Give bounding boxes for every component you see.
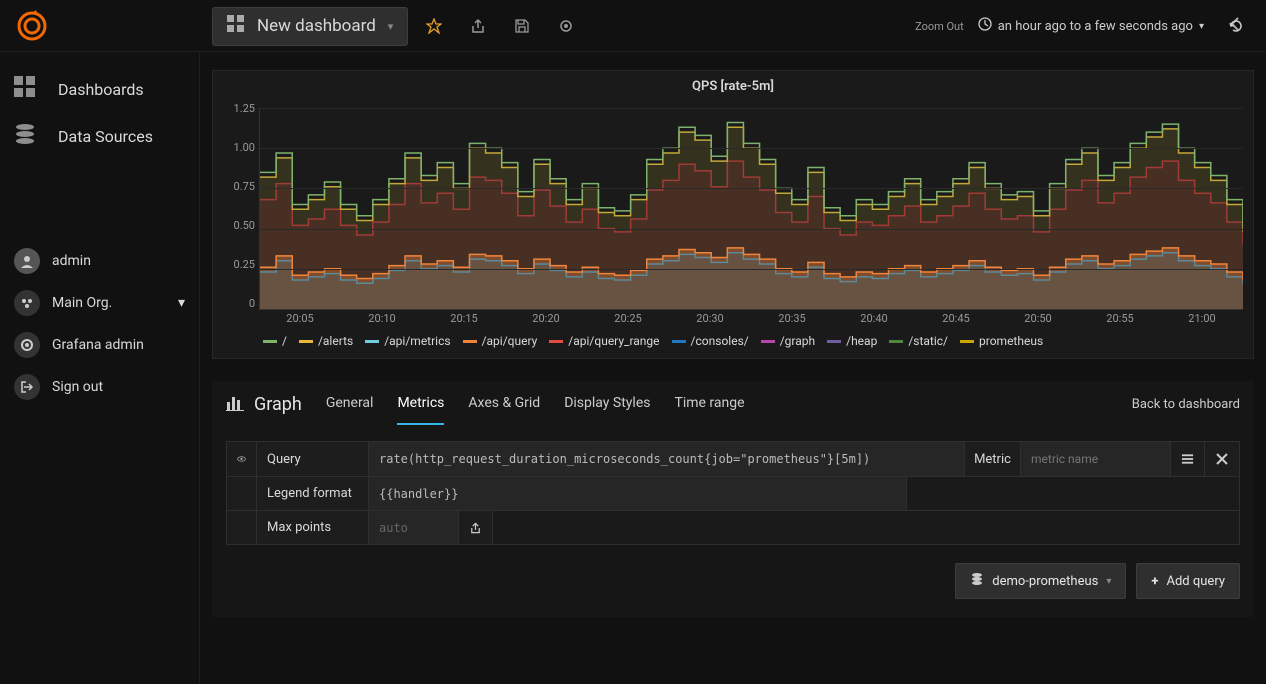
chevron-down-icon: ▾ — [178, 295, 185, 311]
gear-icon — [14, 332, 40, 358]
tab-general[interactable]: General — [326, 383, 374, 425]
settings-button[interactable] — [548, 8, 584, 44]
sidebar-item-org[interactable]: Main Org. ▾ — [0, 282, 199, 324]
save-button[interactable] — [504, 8, 540, 44]
org-icon — [14, 290, 40, 316]
query-editor: Query rate(http_request_duration_microse… — [226, 441, 1240, 545]
panel-type-label: Graph — [226, 393, 302, 416]
panel-editor: Graph General Metrics Axes & Grid Display S… — [212, 381, 1254, 617]
time-range-picker[interactable]: an hour ago to a few seconds ago ▾ — [978, 17, 1204, 35]
legend-item[interactable]: / — [263, 334, 287, 348]
legend-item[interactable]: /api/metrics — [365, 334, 450, 348]
chevron-down-icon: ▾ — [1199, 21, 1204, 32]
legend-item[interactable]: /alerts — [299, 334, 353, 348]
sidebar-org-label: Main Org. — [52, 295, 112, 311]
share-button[interactable] — [460, 8, 496, 44]
query-label: Query — [257, 442, 369, 476]
query-menu-button[interactable] — [1171, 442, 1205, 476]
dashboards-icon — [14, 76, 42, 103]
clock-icon — [978, 17, 992, 35]
tab-display-styles[interactable]: Display Styles — [564, 383, 650, 425]
max-points-label: Max points — [257, 511, 369, 544]
back-to-dashboard-link[interactable]: Back to dashboard — [1132, 397, 1240, 412]
dashboard-title: New dashboard — [257, 16, 376, 36]
sidebar-item-dashboards[interactable]: Dashboards — [0, 66, 199, 113]
tab-metrics[interactable]: Metrics — [397, 383, 444, 425]
plus-icon: + — [1151, 574, 1158, 589]
dashboard-grid-icon — [227, 15, 245, 38]
legend-item[interactable]: /api/query_range — [549, 334, 659, 348]
sidebar-item-signout[interactable]: Sign out — [0, 366, 199, 408]
grafana-logo[interactable] — [12, 6, 52, 46]
star-button[interactable] — [416, 8, 452, 44]
sidebar-item-datasources[interactable]: Data Sources — [0, 113, 199, 160]
tab-axes-grid[interactable]: Axes & Grid — [468, 383, 540, 425]
sidebar-item-admin[interactable]: Grafana admin — [0, 324, 199, 366]
query-visibility-toggle[interactable] — [227, 442, 257, 476]
chevron-down-icon: ▾ — [1106, 576, 1111, 587]
sidebar-item-user[interactable]: admin — [0, 240, 199, 282]
signout-icon — [14, 374, 40, 400]
datasource-picker[interactable]: demo-prometheus ▾ — [955, 563, 1126, 599]
sidebar-admin-label: Grafana admin — [52, 337, 144, 353]
max-points-input[interactable]: auto — [369, 511, 459, 544]
avatar-icon — [14, 248, 40, 274]
legend-item[interactable]: /consoles/ — [672, 334, 749, 348]
query-input[interactable]: rate(http_request_duration_microseconds_… — [369, 442, 965, 476]
metric-input[interactable]: metric name — [1021, 442, 1171, 476]
chart-legend: / /alerts/api/metrics/api/query/api/query… — [213, 328, 1253, 358]
sidebar-signout-label: Sign out — [52, 379, 103, 395]
refresh-button[interactable] — [1218, 8, 1254, 44]
legend-item[interactable]: prometheus — [960, 334, 1043, 348]
metric-label: Metric — [965, 442, 1021, 476]
max-points-link-button[interactable] — [459, 511, 493, 544]
legend-item[interactable]: /api/query — [463, 334, 538, 348]
zoom-out-button[interactable]: Zoom Out — [915, 20, 964, 33]
sidebar-user-label: admin — [52, 253, 91, 269]
sidebar-item-label: Data Sources — [58, 127, 153, 146]
time-range-label: an hour ago to a few seconds ago — [998, 19, 1193, 34]
legend-item[interactable]: /static/ — [889, 334, 948, 348]
legend-format-input[interactable]: {{handler}} — [369, 477, 907, 510]
x-axis: 20:0520:1020:1520:2020:2520:3020:3520:40… — [259, 312, 1243, 328]
chart-plot[interactable] — [259, 108, 1243, 310]
tab-time-range[interactable]: Time range — [674, 383, 744, 425]
bar-chart-icon — [226, 393, 244, 416]
query-remove-button[interactable] — [1205, 442, 1239, 476]
panel-title: QPS [rate-5m] — [213, 71, 1253, 98]
y-axis: 1.25 1.00 0.75 0.50 0.25 0 — [213, 102, 255, 310]
graph-panel: QPS [rate-5m] 1.25 1.00 0.75 0.50 0.25 0… — [212, 70, 1254, 359]
legend-item[interactable]: /graph — [761, 334, 815, 348]
dashboard-picker[interactable]: New dashboard ▾ — [212, 7, 408, 46]
legend-item[interactable]: /heap — [827, 334, 877, 348]
chevron-down-icon: ▾ — [388, 20, 394, 33]
sidebar-item-label: Dashboards — [58, 80, 144, 99]
database-icon — [970, 572, 984, 590]
datasources-icon — [14, 123, 42, 150]
add-query-button[interactable]: + Add query — [1136, 563, 1240, 599]
legend-format-label: Legend format — [257, 477, 369, 510]
